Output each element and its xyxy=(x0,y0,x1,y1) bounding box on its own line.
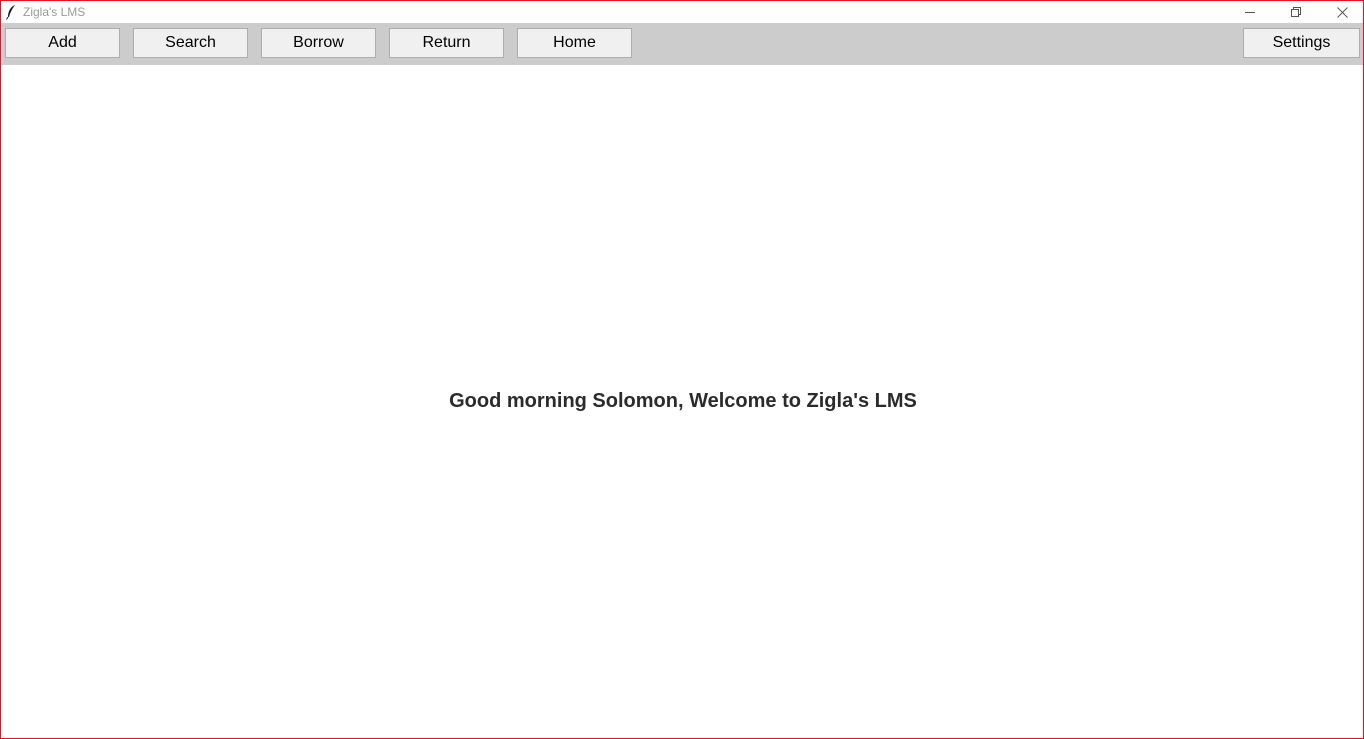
search-button[interactable]: Search xyxy=(133,28,248,58)
settings-button[interactable]: Settings xyxy=(1243,28,1360,58)
minimize-icon xyxy=(1245,12,1255,13)
close-button[interactable] xyxy=(1319,1,1363,23)
borrow-button[interactable]: Borrow xyxy=(261,28,376,58)
feather-icon xyxy=(6,5,15,20)
close-icon xyxy=(1336,6,1348,18)
welcome-message: Good morning Solomon, Welcome to Zigla's… xyxy=(449,390,917,412)
title-bar[interactable]: Zigla's LMS xyxy=(1,1,1363,23)
add-button[interactable]: Add xyxy=(5,28,120,58)
home-button[interactable]: Home xyxy=(517,28,632,58)
app-window: Zigla's LMS Add Search Borrow Return Hom… xyxy=(0,0,1364,739)
return-button[interactable]: Return xyxy=(389,28,504,58)
restore-icon xyxy=(1291,7,1301,17)
toolbar: Add Search Borrow Return Home Settings xyxy=(1,23,1363,65)
restore-button[interactable] xyxy=(1273,1,1319,23)
minimize-button[interactable] xyxy=(1227,1,1273,23)
window-title: Zigla's LMS xyxy=(23,5,86,19)
